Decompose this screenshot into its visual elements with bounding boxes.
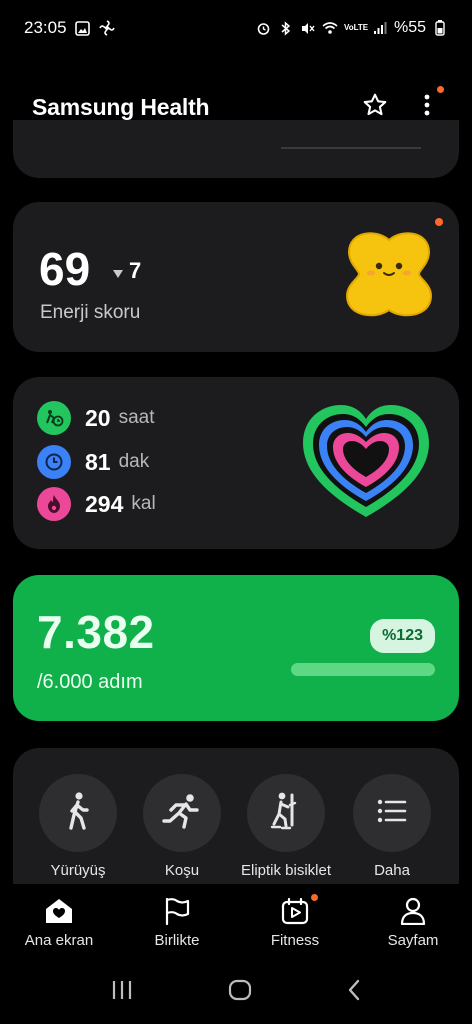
recent-apps-button[interactable] bbox=[111, 980, 133, 1005]
activity-row-calories: 294 kal bbox=[37, 487, 156, 521]
nav-fitness[interactable]: Fitness bbox=[236, 884, 354, 956]
home-button[interactable] bbox=[228, 979, 252, 1006]
nav-home-label: Ana ekran bbox=[24, 932, 94, 949]
clock-icon bbox=[37, 445, 71, 479]
energy-change-value: 7 bbox=[129, 258, 142, 283]
pinwheel-icon bbox=[98, 20, 115, 36]
active-hours-icon bbox=[37, 401, 71, 435]
signal-icon bbox=[372, 20, 388, 36]
status-time: 23:05 bbox=[24, 18, 67, 37]
steps-progress-fill bbox=[291, 663, 435, 676]
active-hours-value: 20 bbox=[85, 404, 111, 431]
energy-mascot-icon bbox=[341, 226, 437, 327]
workout-walking-button[interactable]: Yürüyüş bbox=[23, 774, 133, 879]
activity-row-minutes: 81 dak bbox=[37, 445, 149, 479]
nav-together[interactable]: Birlikte bbox=[118, 884, 236, 956]
fitness-play-icon bbox=[280, 894, 318, 926]
battery-icon bbox=[432, 20, 448, 36]
down-triangle-icon bbox=[113, 258, 123, 284]
favorites-button[interactable] bbox=[360, 92, 390, 122]
workout-more-button[interactable]: Daha bbox=[337, 774, 447, 879]
workout-running-label: Koşu bbox=[164, 862, 200, 879]
workout-elliptical-button[interactable]: Eliptik bisiklet bbox=[231, 774, 341, 879]
elliptical-icon bbox=[268, 791, 304, 836]
active-minutes-unit: dak bbox=[118, 451, 150, 472]
notification-dot bbox=[311, 894, 318, 901]
more-options-button[interactable] bbox=[412, 86, 444, 122]
network-label: VoLTE bbox=[343, 23, 369, 32]
gallery-icon bbox=[75, 20, 91, 36]
alarm-icon bbox=[256, 20, 272, 36]
person-icon bbox=[398, 896, 428, 926]
steps-percent-badge: %123 bbox=[370, 619, 435, 653]
divider bbox=[281, 147, 421, 149]
steps-card[interactable]: 7.382 /6.000 adım %123 bbox=[13, 575, 459, 721]
energy-score-label: Enerji skoru bbox=[40, 302, 141, 323]
bluetooth-icon bbox=[278, 20, 294, 36]
previous-card[interactable] bbox=[13, 120, 459, 178]
energy-change: 7 bbox=[113, 258, 141, 284]
flag-icon bbox=[162, 896, 192, 926]
workout-shortcuts-card: Yürüyüş Koşu Eliptik bisiklet Daha bbox=[13, 748, 459, 884]
nav-my-page-label: Sayfam bbox=[387, 932, 439, 949]
more-vertical-icon bbox=[424, 94, 430, 121]
calories-value: 294 bbox=[85, 490, 124, 517]
flame-icon bbox=[37, 487, 71, 521]
star-icon bbox=[362, 92, 388, 123]
nav-home[interactable]: Ana ekran bbox=[0, 884, 118, 956]
walking-icon bbox=[63, 791, 93, 836]
notification-dot bbox=[435, 218, 443, 226]
steps-value: 7.382 bbox=[37, 606, 155, 658]
activity-heart-rings-icon bbox=[297, 399, 435, 530]
steps-progress-bar bbox=[291, 663, 435, 676]
energy-score-card[interactable]: 69 7 Enerji skoru bbox=[13, 202, 459, 352]
nav-together-label: Birlikte bbox=[154, 932, 200, 949]
nav-fitness-label: Fitness bbox=[270, 932, 320, 949]
battery-text: %55 bbox=[393, 19, 426, 36]
active-minutes-value: 81 bbox=[85, 448, 111, 475]
workout-more-label: Daha bbox=[374, 862, 410, 879]
system-navigation-bar bbox=[0, 960, 472, 1024]
list-icon bbox=[377, 799, 407, 828]
active-hours-unit: saat bbox=[118, 407, 155, 428]
mute-icon bbox=[300, 20, 316, 36]
back-button[interactable] bbox=[347, 979, 361, 1006]
nav-my-page[interactable]: Sayfam bbox=[354, 884, 472, 956]
status-bar: 23:05 VoLTE %55 bbox=[0, 0, 472, 56]
home-heart-icon bbox=[44, 896, 74, 926]
running-icon bbox=[162, 793, 202, 834]
bottom-navigation: Ana ekran Birlikte Fitness Sayfam bbox=[0, 884, 472, 956]
activity-row-hours: 20 saat bbox=[37, 401, 155, 435]
workout-running-button[interactable]: Koşu bbox=[127, 774, 237, 879]
notification-dot bbox=[437, 86, 444, 93]
steps-goal: /6.000 adım bbox=[37, 671, 143, 693]
calories-unit: kal bbox=[131, 493, 156, 514]
daily-activity-card[interactable]: 20 saat 81 dak 294 kal bbox=[13, 377, 459, 549]
energy-score-value: 69 bbox=[39, 243, 91, 295]
wifi-icon bbox=[322, 20, 338, 36]
app-title: Samsung Health bbox=[32, 93, 210, 120]
workout-walking-label: Yürüyüş bbox=[50, 862, 106, 879]
workout-elliptical-label: Eliptik bisiklet bbox=[240, 862, 332, 879]
